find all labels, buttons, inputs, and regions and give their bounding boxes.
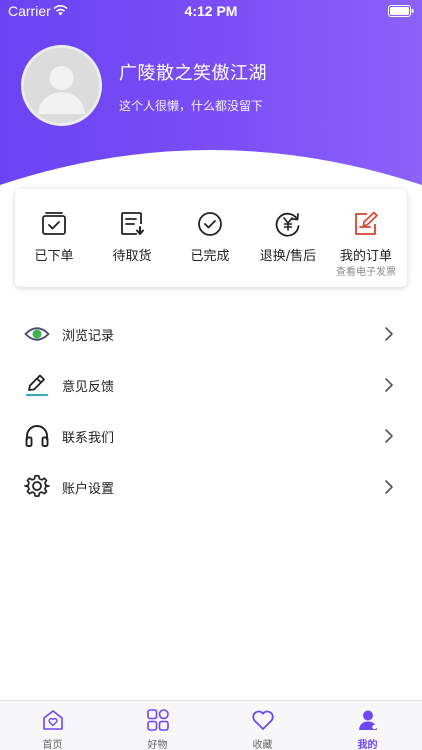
chevron-right-icon	[385, 327, 393, 341]
chevron-right-icon	[385, 480, 393, 494]
tab-mine[interactable]: 我的	[315, 701, 420, 750]
heart-icon	[252, 710, 274, 730]
default-user-icon	[24, 48, 99, 123]
order-label: 已完成	[190, 249, 230, 264]
order-label: 待取货	[112, 249, 152, 264]
tab-bar: 首页 好物 收藏 我的	[0, 700, 422, 750]
menu-item-label: 浏览记录	[62, 329, 115, 344]
order-label: 我的订单	[339, 249, 392, 264]
order-label: 已下单	[34, 249, 74, 264]
user-name[interactable]: 广陵散之笑傲江湖	[119, 59, 267, 85]
headphones-icon	[25, 425, 49, 447]
tab-label: 首页	[42, 740, 63, 750]
tab-label: 好物	[147, 740, 168, 750]
status-time: 4:12 PM	[184, 3, 238, 19]
chevron-right-icon	[385, 429, 393, 443]
gear-icon	[24, 475, 50, 497]
tab-goods[interactable]: 好物	[105, 701, 210, 750]
invoice-link[interactable]: 查看电子发票	[321, 263, 411, 278]
pickup-icon	[121, 212, 144, 235]
orders-card: 已下单 待取货 已完成 退换/售后 我的订单 查看电子发票	[15, 189, 407, 287]
avatar[interactable]	[21, 45, 102, 126]
status-bar: Carrier 4:12 PM	[0, 0, 422, 22]
menu-item-settings[interactable]: 账户设置	[0, 461, 422, 512]
menu-item-label: 意见反馈	[62, 380, 115, 395]
profile-page: Carrier 4:12 PM 广陵散之笑傲江湖 这个人很懒，什么都没留下 已下…	[0, 0, 422, 750]
menu-item-contact[interactable]: 联系我们	[0, 410, 422, 461]
chevron-right-icon	[385, 378, 393, 392]
battery-icon	[388, 5, 414, 17]
refund-icon	[275, 212, 300, 237]
home-icon	[43, 710, 63, 730]
tab-home[interactable]: 首页	[0, 701, 105, 750]
order-pickup-button[interactable]: 待取货	[93, 189, 171, 287]
order-label: 退换/售后	[259, 249, 317, 264]
my-orders-button[interactable]: 我的订单 查看电子发票	[327, 189, 405, 287]
order-refund-button[interactable]: 退换/售后	[249, 189, 327, 287]
menu-item-label: 账户设置	[62, 482, 115, 497]
menu-item-feedback[interactable]: 意见反馈	[0, 359, 422, 410]
menu-item-history[interactable]: 浏览记录	[0, 308, 422, 359]
order-placed-button[interactable]: 已下单	[15, 189, 93, 287]
menu-item-label: 联系我们	[62, 431, 115, 446]
check-circle-icon	[198, 212, 222, 236]
tab-favorites[interactable]: 收藏	[210, 701, 315, 750]
user-icon	[359, 710, 377, 730]
user-bio: 这个人很懒，什么都没留下	[119, 99, 264, 113]
tab-label: 收藏	[252, 740, 273, 750]
grid-icon	[147, 709, 169, 731]
edit-order-icon	[355, 211, 378, 235]
header-wave	[0, 150, 422, 185]
eye-icon	[24, 327, 50, 341]
order-completed-button[interactable]: 已完成	[171, 189, 249, 287]
cart-check-icon	[42, 212, 66, 235]
tab-label: 我的	[357, 740, 378, 750]
pen-icon	[25, 374, 49, 397]
